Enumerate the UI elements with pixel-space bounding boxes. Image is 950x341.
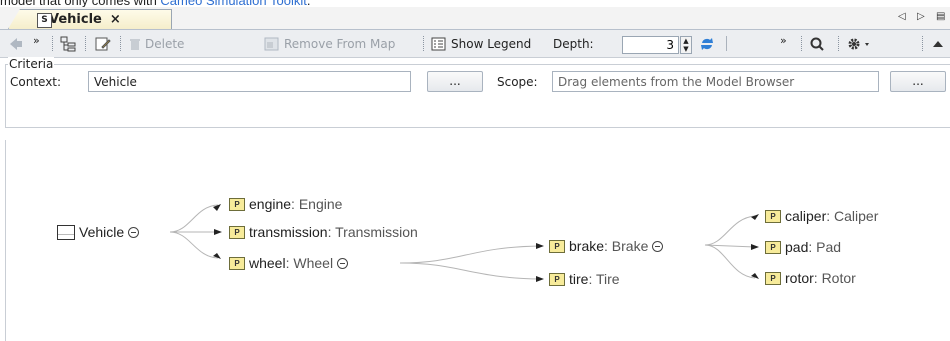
node-name: transmission (249, 224, 328, 240)
map-node-wheel[interactable]: P wheel : Wheel (229, 255, 349, 271)
map-node-engine[interactable]: P engine : Engine (229, 196, 342, 212)
node-name: pad (785, 239, 809, 255)
node-type: : Pad (808, 239, 842, 255)
map-node-transmission[interactable]: P transmission : Transmission (229, 224, 418, 240)
map-node-brake[interactable]: P brake : Brake (549, 238, 664, 254)
node-name: rotor (785, 270, 814, 286)
part-icon: P (229, 197, 245, 211)
node-type: : Caliper (826, 208, 879, 224)
node-label: Vehicle (79, 224, 125, 240)
block-icon (57, 224, 75, 240)
part-icon: P (229, 225, 245, 239)
node-type: : Transmission (327, 224, 418, 240)
node-name: brake (569, 238, 605, 254)
map-node-caliper[interactable]: P caliper : Caliper (765, 208, 878, 224)
node-type: : Tire (588, 271, 620, 287)
part-icon: P (549, 239, 565, 253)
map-node-vehicle[interactable]: Vehicle (57, 224, 140, 240)
collapse-icon[interactable] (337, 257, 349, 269)
node-type: : Engine (291, 196, 343, 212)
node-name: wheel (249, 255, 286, 271)
node-type: : Rotor (813, 270, 856, 286)
collapse-icon[interactable] (652, 240, 664, 252)
map-node-tire[interactable]: P tire : Tire (549, 271, 620, 287)
map-node-pad[interactable]: P pad : Pad (765, 239, 841, 255)
part-icon: P (765, 209, 781, 223)
collapse-icon[interactable] (128, 226, 140, 238)
map-node-rotor[interactable]: P rotor : Rotor (765, 270, 856, 286)
part-icon: P (765, 271, 781, 285)
node-type: : Wheel (285, 255, 334, 271)
node-name: caliper (785, 208, 827, 224)
part-icon: P (229, 256, 245, 270)
node-name: tire (569, 271, 589, 287)
part-icon: P (549, 272, 565, 286)
relation-map-connectors (169, 204, 759, 282)
node-name: engine (249, 196, 292, 212)
node-type: : Brake (604, 238, 649, 254)
part-icon: P (765, 240, 781, 254)
